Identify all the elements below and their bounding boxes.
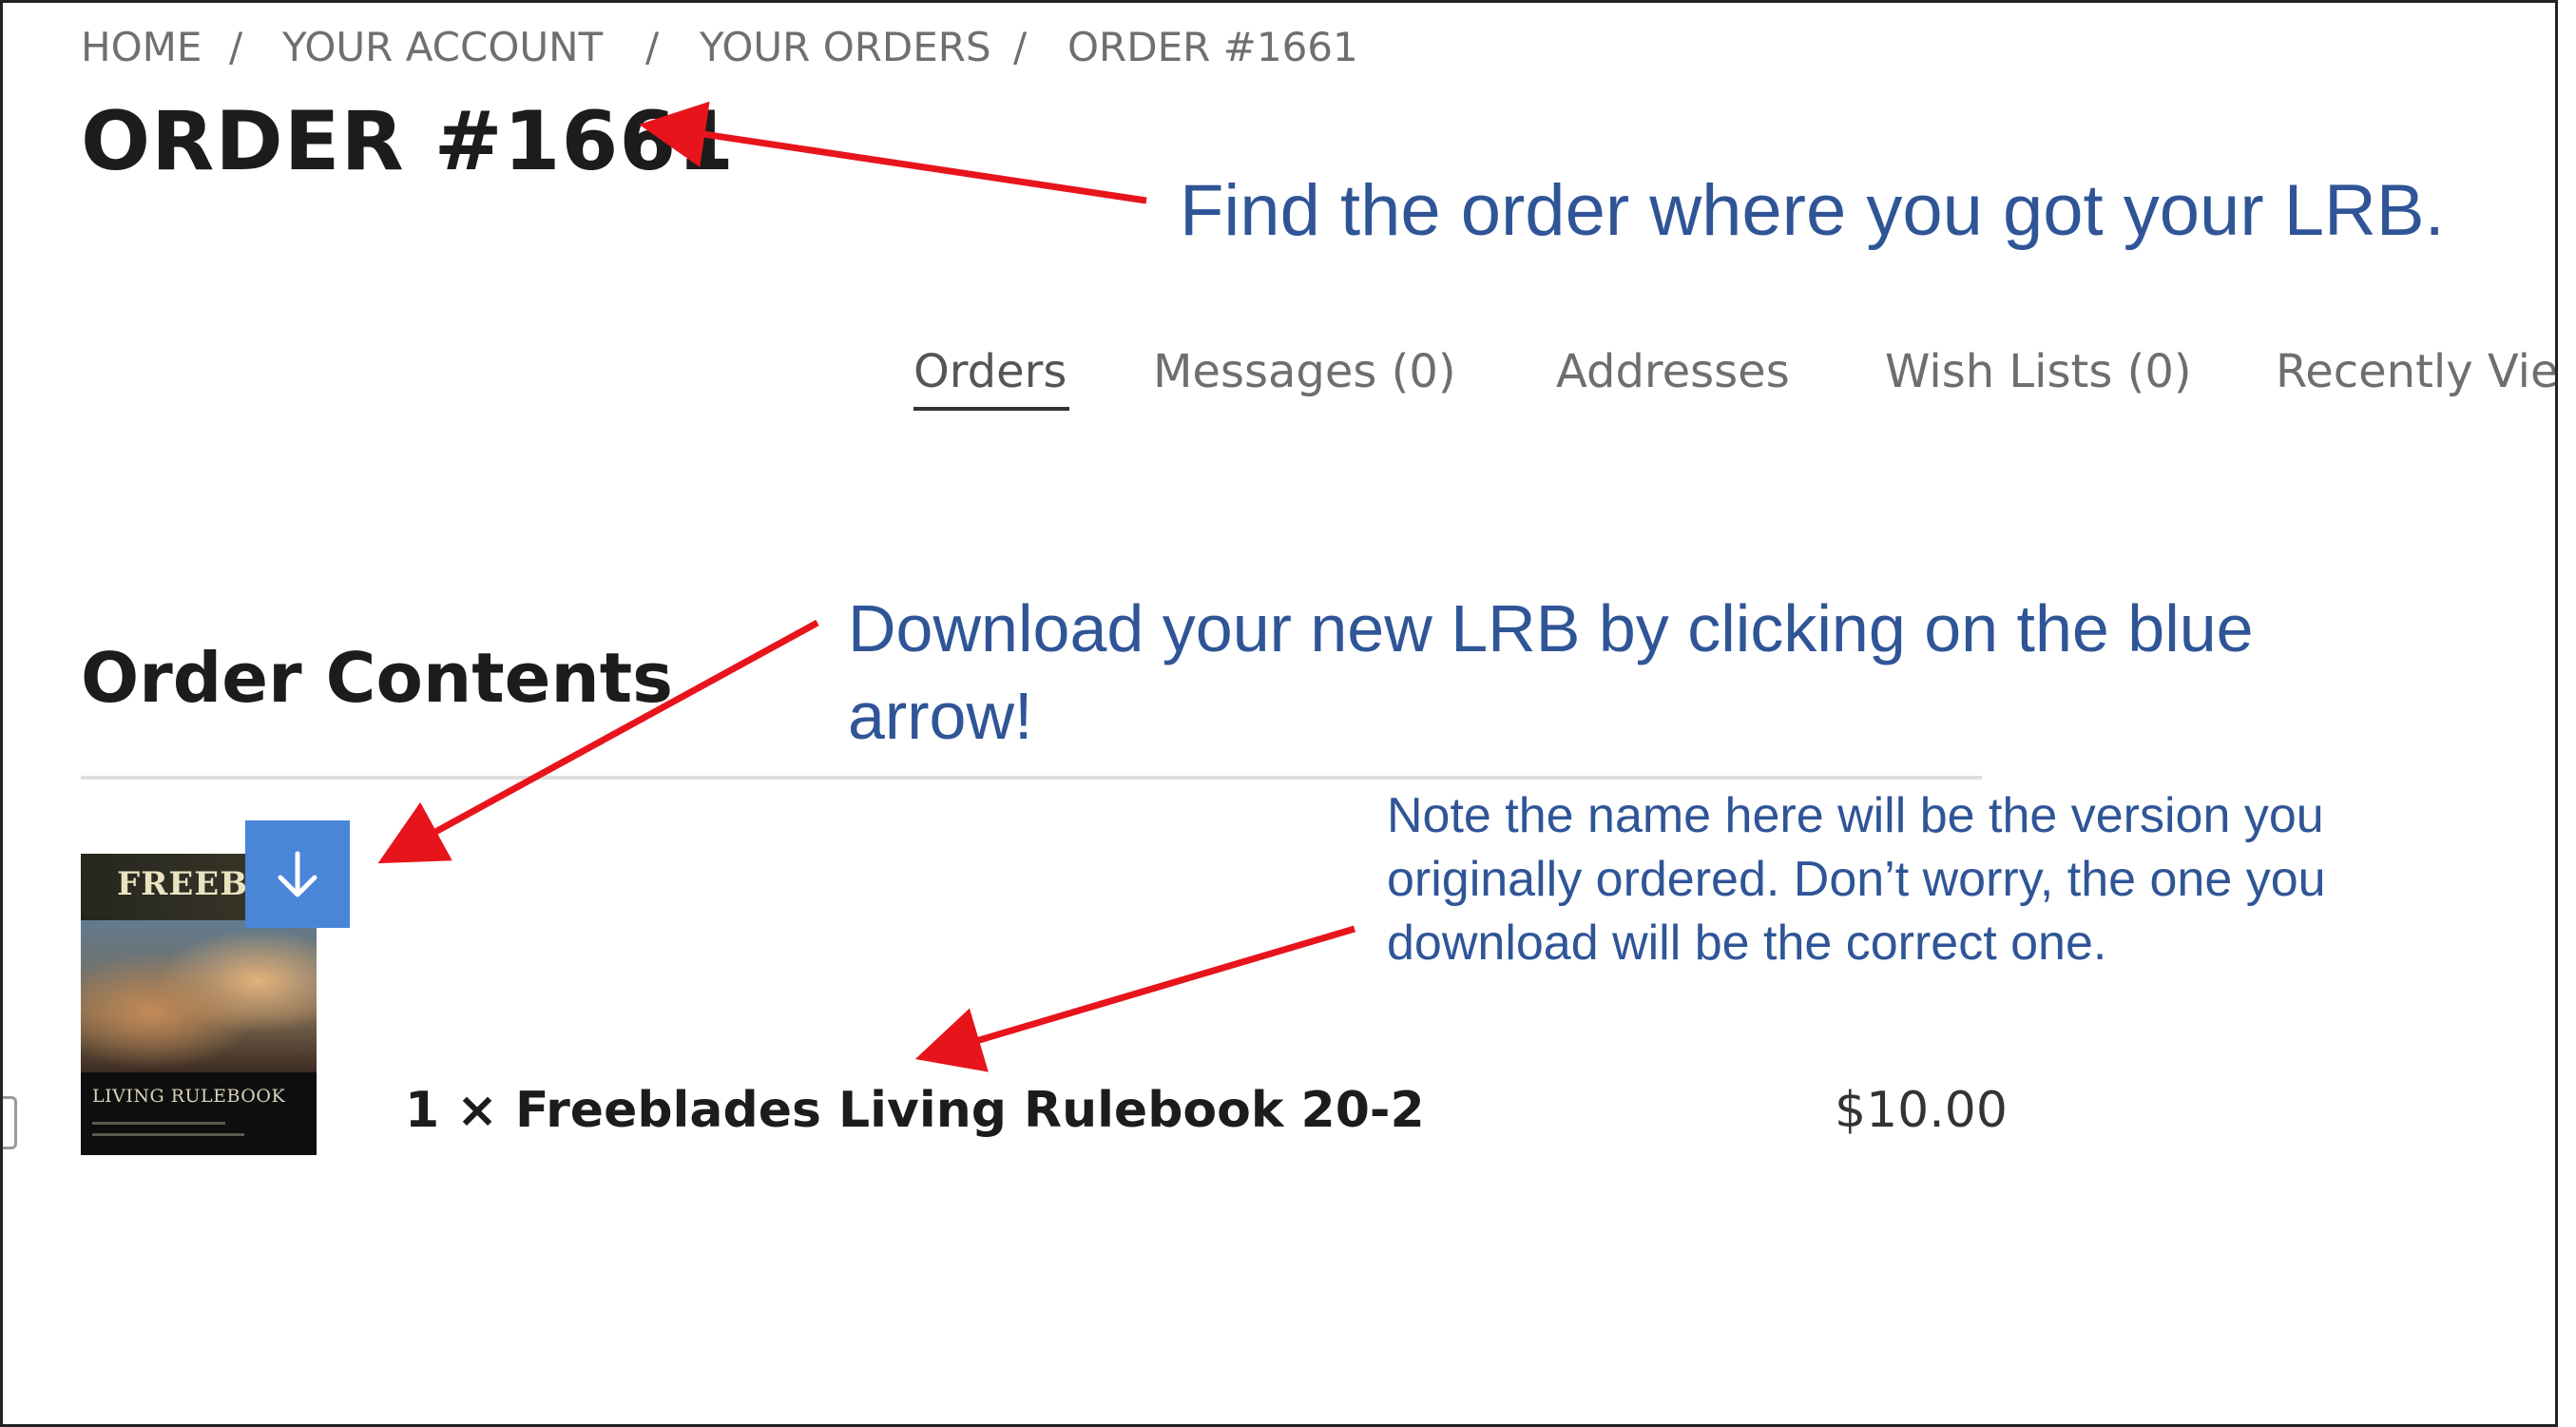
arrow-to-order-title	[639, 101, 1147, 204]
screenshot-frame: HOME / YOUR ACCOUNT / YOUR ORDERS / ORDE…	[0, 0, 2558, 1427]
arrow-to-product-name	[914, 925, 1355, 1072]
annotation-arrows	[377, 101, 1355, 1072]
arrow-to-download-button	[377, 619, 819, 864]
